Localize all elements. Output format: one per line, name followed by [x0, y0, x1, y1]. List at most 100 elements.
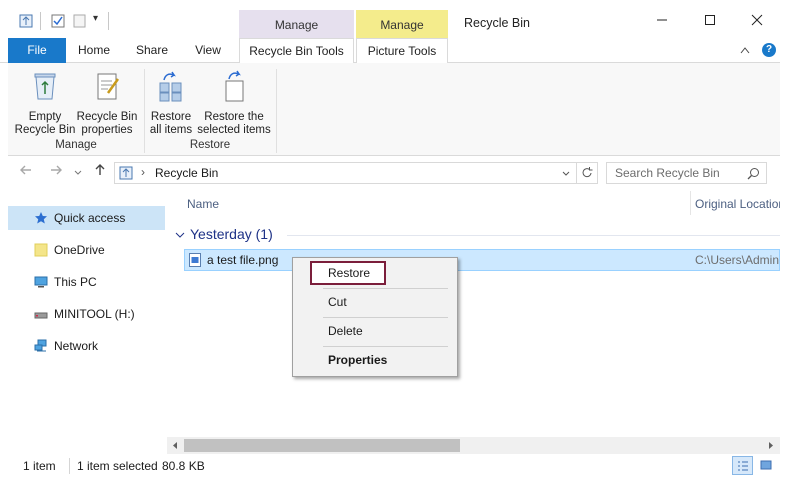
props-label-line1: Recycle Bin: [76, 111, 138, 123]
tab-recycle-bin-tools[interactable]: Recycle Bin Tools: [239, 38, 354, 64]
horizontal-scrollbar[interactable]: [167, 437, 780, 454]
search-input[interactable]: Search Recycle Bin: [606, 162, 767, 184]
table-row[interactable]: a test file.png C:\Users\Admin: [184, 249, 780, 271]
recycle-bin-icon: [19, 14, 33, 28]
restore-selected-label-line1: Restore the: [204, 111, 264, 123]
computer-icon: [34, 276, 48, 288]
navigation-row: › Recycle Bin Search Recycle Bin: [8, 157, 780, 189]
breadcrumb[interactable]: Recycle Bin: [155, 166, 218, 180]
maximize-icon: [705, 15, 715, 25]
status-bar: 1 item 1 item selected 80.8 KB: [8, 454, 780, 478]
empty-recycle-bin-button[interactable]: Empty Recycle Bin: [14, 69, 76, 137]
nav-item-minitool[interactable]: MINITOOL (H:): [8, 302, 165, 326]
minimize-icon: [657, 19, 667, 21]
image-file-icon: [189, 253, 201, 267]
empty-label-line1: Empty: [28, 111, 62, 123]
group-header[interactable]: Yesterday (1): [190, 226, 273, 242]
nav-label: Network: [54, 339, 99, 353]
details-view-button[interactable]: [732, 456, 753, 475]
navigation-pane: Quick access OneDrive This PC MINITOOL (…: [8, 189, 167, 454]
restore-selected-icon: [225, 70, 244, 102]
recent-locations-button[interactable]: [70, 163, 86, 181]
props-label-line2: properties: [81, 124, 133, 136]
new-folder-icon[interactable]: [73, 14, 87, 28]
large-icons-view-button[interactable]: [756, 456, 776, 475]
menu-separator: [323, 288, 448, 289]
menu-item-cut[interactable]: Cut: [296, 291, 454, 313]
menu-separator: [323, 346, 448, 347]
tab-file[interactable]: File: [8, 38, 66, 63]
scroll-left-icon[interactable]: [171, 441, 179, 450]
nav-label: OneDrive: [54, 243, 105, 257]
window-title: Recycle Bin: [464, 16, 530, 30]
star-icon: [35, 212, 47, 224]
refresh-icon[interactable]: [580, 166, 594, 180]
arrow-right-icon: [51, 165, 62, 175]
properties-icon[interactable]: [51, 14, 65, 28]
restore-selected-items-button[interactable]: Restore the selected items: [196, 69, 272, 137]
column-header-name[interactable]: Name: [187, 197, 219, 211]
tab-view[interactable]: View: [184, 38, 232, 63]
close-button[interactable]: [742, 10, 772, 34]
restore-all-label-line2: all items: [149, 124, 193, 136]
chevron-down-icon[interactable]: [175, 230, 185, 240]
manage-context-header-recycle: Manage: [239, 10, 354, 39]
help-icon[interactable]: ?: [762, 43, 776, 57]
group-label-manage: Manage: [55, 139, 97, 151]
menu-separator: [323, 317, 448, 318]
scrollbar-thumb[interactable]: [184, 439, 460, 452]
details-view-icon: [738, 461, 748, 471]
breadcrumb-separator-icon: ›: [141, 165, 145, 179]
empty-label-line2: Recycle Bin: [14, 124, 76, 136]
status-size: 80.8 KB: [162, 459, 205, 473]
search-icon[interactable]: [747, 167, 760, 180]
restore-all-label-line1: Restore: [150, 111, 192, 123]
empty-recycle-bin-icon: [34, 73, 56, 100]
recycle-bin-properties-button[interactable]: Recycle Bin properties: [76, 69, 138, 137]
nav-item-onedrive[interactable]: OneDrive: [8, 238, 165, 262]
tab-share[interactable]: Share: [128, 38, 176, 63]
collapse-ribbon-icon[interactable]: [740, 46, 750, 54]
menu-item-restore[interactable]: Restore: [296, 262, 454, 284]
minimize-button[interactable]: [647, 10, 677, 34]
nav-item-network[interactable]: Network: [8, 334, 165, 358]
close-icon: [751, 14, 763, 26]
column-divider[interactable]: [690, 191, 691, 215]
folder-icon: [34, 243, 48, 257]
manage-label: Manage: [274, 18, 319, 32]
ribbon-group-divider: [144, 69, 145, 153]
arrow-left-icon: [20, 165, 31, 175]
title-bar: ▾ Manage Manage Recycle Bin: [0, 0, 788, 39]
address-bar[interactable]: › Recycle Bin: [114, 162, 598, 184]
menu-item-delete[interactable]: Delete: [296, 320, 454, 342]
maximize-button[interactable]: [695, 10, 725, 34]
scroll-right-icon[interactable]: [767, 441, 775, 450]
up-button[interactable]: [92, 163, 108, 181]
restore-all-icon: [159, 71, 182, 102]
forward-button[interactable]: [48, 163, 64, 181]
qat-dropdown-icon[interactable]: ▾: [93, 13, 98, 24]
network-icon: [34, 339, 47, 352]
restore-all-items-button[interactable]: Restore all items: [148, 69, 194, 137]
back-button[interactable]: [18, 163, 34, 181]
nav-item-quick-access[interactable]: Quick access: [8, 206, 165, 230]
nav-label: Quick access: [54, 211, 126, 225]
tab-picture-tools[interactable]: Picture Tools: [356, 38, 448, 64]
nav-label: This PC: [54, 275, 97, 289]
drive-icon: [34, 312, 48, 319]
column-header-original-location[interactable]: Original Location: [695, 197, 785, 211]
restore-selected-label-line2: selected items: [197, 124, 271, 136]
manage-context-header-picture: Manage: [356, 10, 448, 39]
manage-label: Manage: [380, 18, 424, 32]
status-divider: [69, 458, 70, 474]
chevron-down-icon[interactable]: [561, 169, 571, 179]
large-icons-view-icon: [760, 460, 772, 470]
properties-icon: [97, 73, 120, 100]
menu-item-properties[interactable]: Properties: [296, 349, 454, 371]
ribbon: Empty Recycle Bin Recycle Bin properties…: [8, 63, 780, 156]
file-original-location: C:\Users\Admin: [695, 253, 780, 267]
nav-item-this-pc[interactable]: This PC: [8, 270, 165, 294]
tab-home[interactable]: Home: [70, 38, 118, 63]
window-edge: [780, 38, 788, 486]
group-divider: [287, 235, 780, 236]
